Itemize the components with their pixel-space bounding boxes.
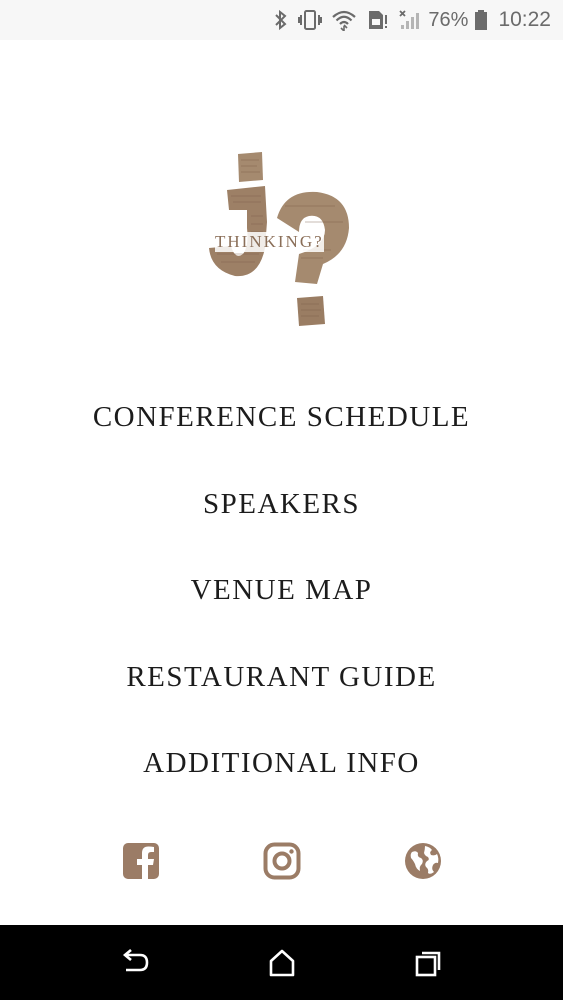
bluetooth-icon [274,9,288,31]
vibrate-icon [298,9,323,31]
menu-item-restaurant-guide[interactable]: RESTAURANT GUIDE [0,661,563,694]
battery-icon [474,9,488,31]
back-icon[interactable] [120,949,150,977]
wifi-icon [332,9,357,31]
clock: 10:22 [498,8,551,31]
menu-item-additional-info[interactable]: ADDITIONAL INFO [0,747,563,780]
facebook-icon[interactable] [122,842,160,880]
menu-item-venue-map[interactable]: VENUE MAP [0,574,563,607]
logo-text: THINKING? [215,232,324,252]
sim-card-alert-icon [366,9,388,31]
status-bar: 76% 10:22 [0,0,563,40]
instagram-icon[interactable] [263,842,301,880]
menu-item-speakers[interactable]: SPEAKERS [0,488,563,521]
battery-percent: 76% [428,8,469,31]
menu-item-conference-schedule[interactable]: CONFERENCE SCHEDULE [0,401,563,434]
signal-no-service-icon [398,9,420,31]
conference-logo: THINKING? [205,150,355,335]
globe-icon[interactable] [404,842,442,880]
home-icon[interactable] [267,949,297,977]
recents-icon[interactable] [413,949,443,977]
navigation-bar [0,925,563,1000]
